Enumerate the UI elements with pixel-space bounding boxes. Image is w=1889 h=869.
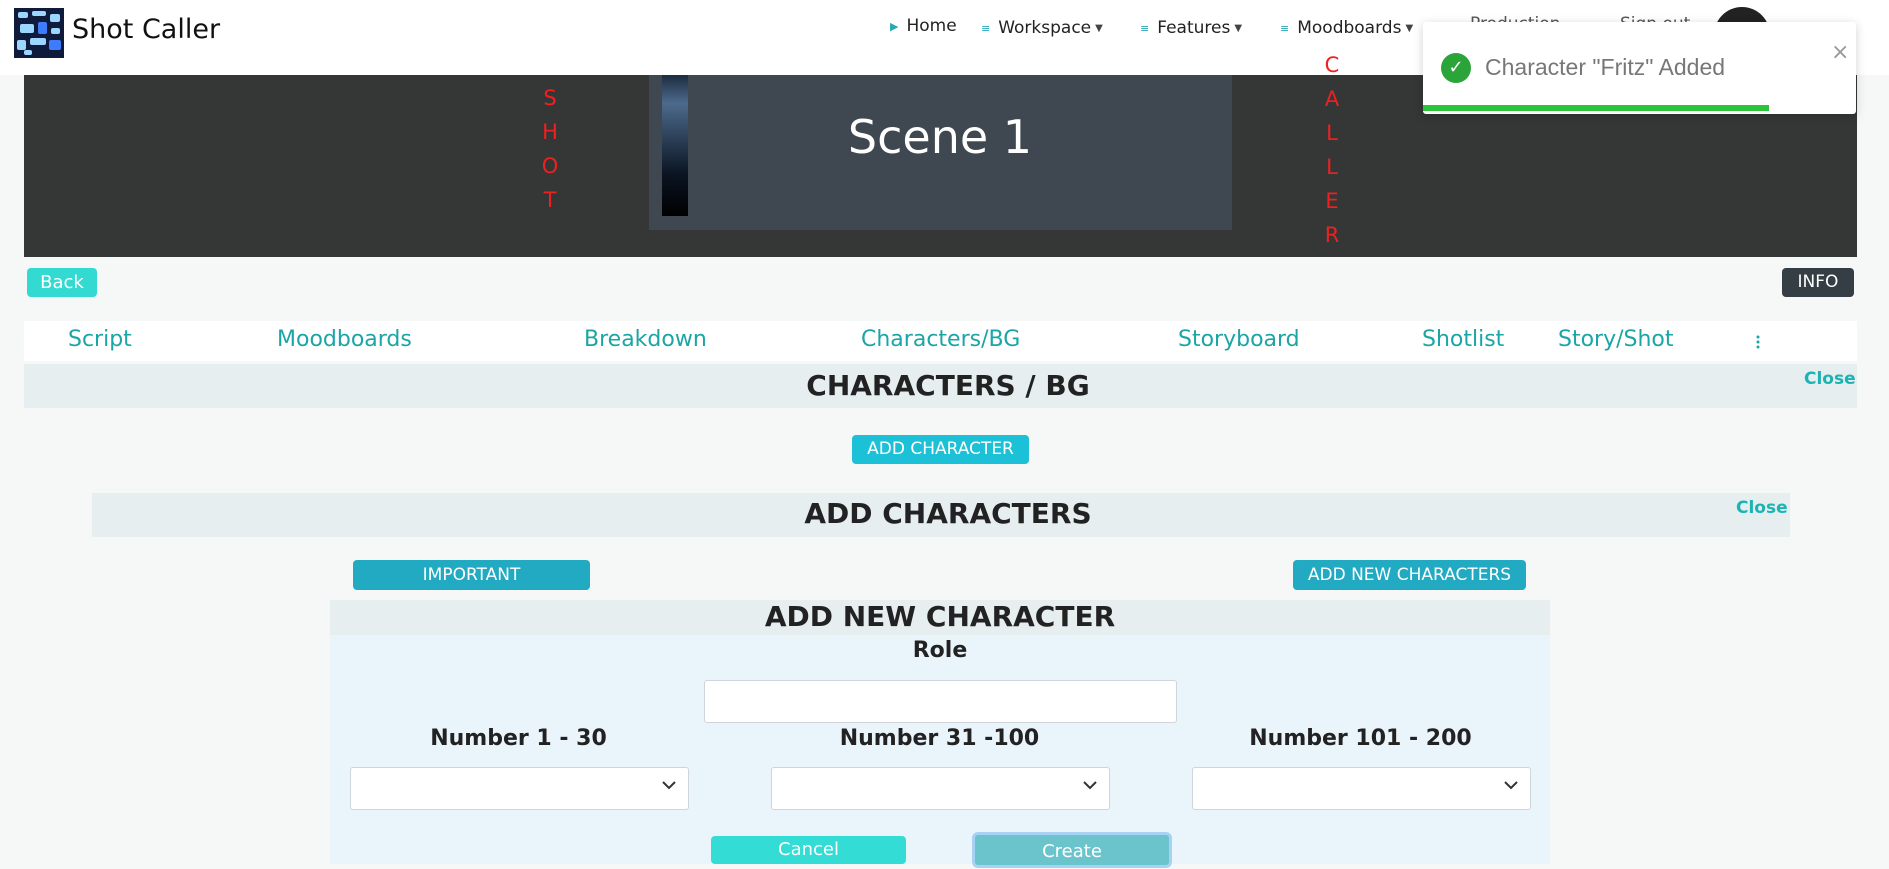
chevron-down-icon [1504,781,1518,790]
form-title: ADD NEW CHARACTER [764,600,1116,633]
banner-letter: L [1326,121,1338,145]
banner-letter: R [1324,223,1340,247]
app-logo[interactable] [14,8,64,58]
more-options-icon[interactable] [1756,334,1760,353]
banner-letter: L [1326,155,1338,179]
tab-breakdown[interactable]: Breakdown [584,327,707,352]
check-circle-icon: ✓ [1441,53,1471,83]
cancel-button[interactable]: Cancel [711,836,906,864]
caret-down-icon: ▼ [1405,22,1414,34]
important-button[interactable]: IMPORTANT [353,560,590,590]
banner-left-word: S H O T [540,81,560,217]
banner-letter: S [543,86,557,110]
banner-letter: O [541,154,559,178]
chevron-down-icon [662,781,676,790]
add-new-characters-button[interactable]: ADD NEW CHARACTERS [1293,560,1526,590]
create-button[interactable]: Create [972,832,1172,868]
banner-letter: C [1324,53,1340,77]
nav-home-label: Home [906,16,957,36]
nav-features[interactable]: ≡ Features ▼ [1140,18,1242,38]
role-input[interactable] [704,680,1177,723]
add-character-button[interactable]: ADD CHARACTER [852,435,1029,464]
info-button[interactable]: INFO [1782,268,1854,297]
back-button[interactable]: Back [27,268,97,297]
toast-progress-bar [1423,105,1770,111]
add-characters-section-title: ADD CHARACTERS [804,497,1092,530]
banner-right-word: C A L L E R [1322,48,1342,252]
characters-section-title: CHARACTERS / BG [806,369,1090,402]
play-icon: ▶ [890,19,899,33]
scene-title: Scene 1 [847,110,1033,164]
close-characters-link[interactable]: Close [1804,369,1856,389]
banner-letter: A [1324,87,1340,111]
tab-moodboards[interactable]: Moodboards [277,327,412,352]
number-31-100-select[interactable] [771,767,1110,810]
number-101-200-select[interactable] [1192,767,1531,810]
close-icon[interactable]: × [1831,40,1849,65]
role-label: Role [912,638,968,663]
tab-story-shot[interactable]: Story/Shot [1558,327,1674,352]
number-101-200-label: Number 101 - 200 [1249,726,1472,751]
banner-letter: T [543,188,557,212]
tab-characters-bg[interactable]: Characters/BG [861,327,1020,352]
toast-message: Character "Fritz" Added [1485,54,1726,80]
nav-features-label: Features [1157,18,1231,38]
nav-workspace[interactable]: ≡ Workspace ▼ [981,18,1103,38]
nav-moodboards[interactable]: ≡ Moodboards ▼ [1280,18,1413,38]
menu-icon: ≡ [1280,21,1290,35]
chevron-down-icon [1083,781,1097,790]
nav-home[interactable]: ▶ Home [890,16,957,36]
number-1-30-label: Number 1 - 30 [430,726,607,751]
menu-icon: ≡ [1140,21,1150,35]
number-1-30-select[interactable] [350,767,689,810]
banner-letter: H [542,120,558,144]
nav-workspace-label: Workspace [998,18,1092,38]
caret-down-icon: ▼ [1095,22,1103,34]
tab-script[interactable]: Script [68,327,132,352]
caret-down-icon: ▼ [1234,22,1243,34]
tab-shotlist[interactable]: Shotlist [1422,327,1504,352]
scene-thumbnail [662,75,688,216]
menu-icon: ≡ [981,21,991,35]
brand-name[interactable]: Shot Caller [72,14,220,45]
banner-letter: E [1325,189,1339,213]
close-add-characters-link[interactable]: Close [1736,498,1788,518]
nav-moodboards-label: Moodboards [1297,18,1402,38]
number-31-100-label: Number 31 -100 [839,726,1040,751]
tab-storyboard[interactable]: Storyboard [1178,327,1300,352]
